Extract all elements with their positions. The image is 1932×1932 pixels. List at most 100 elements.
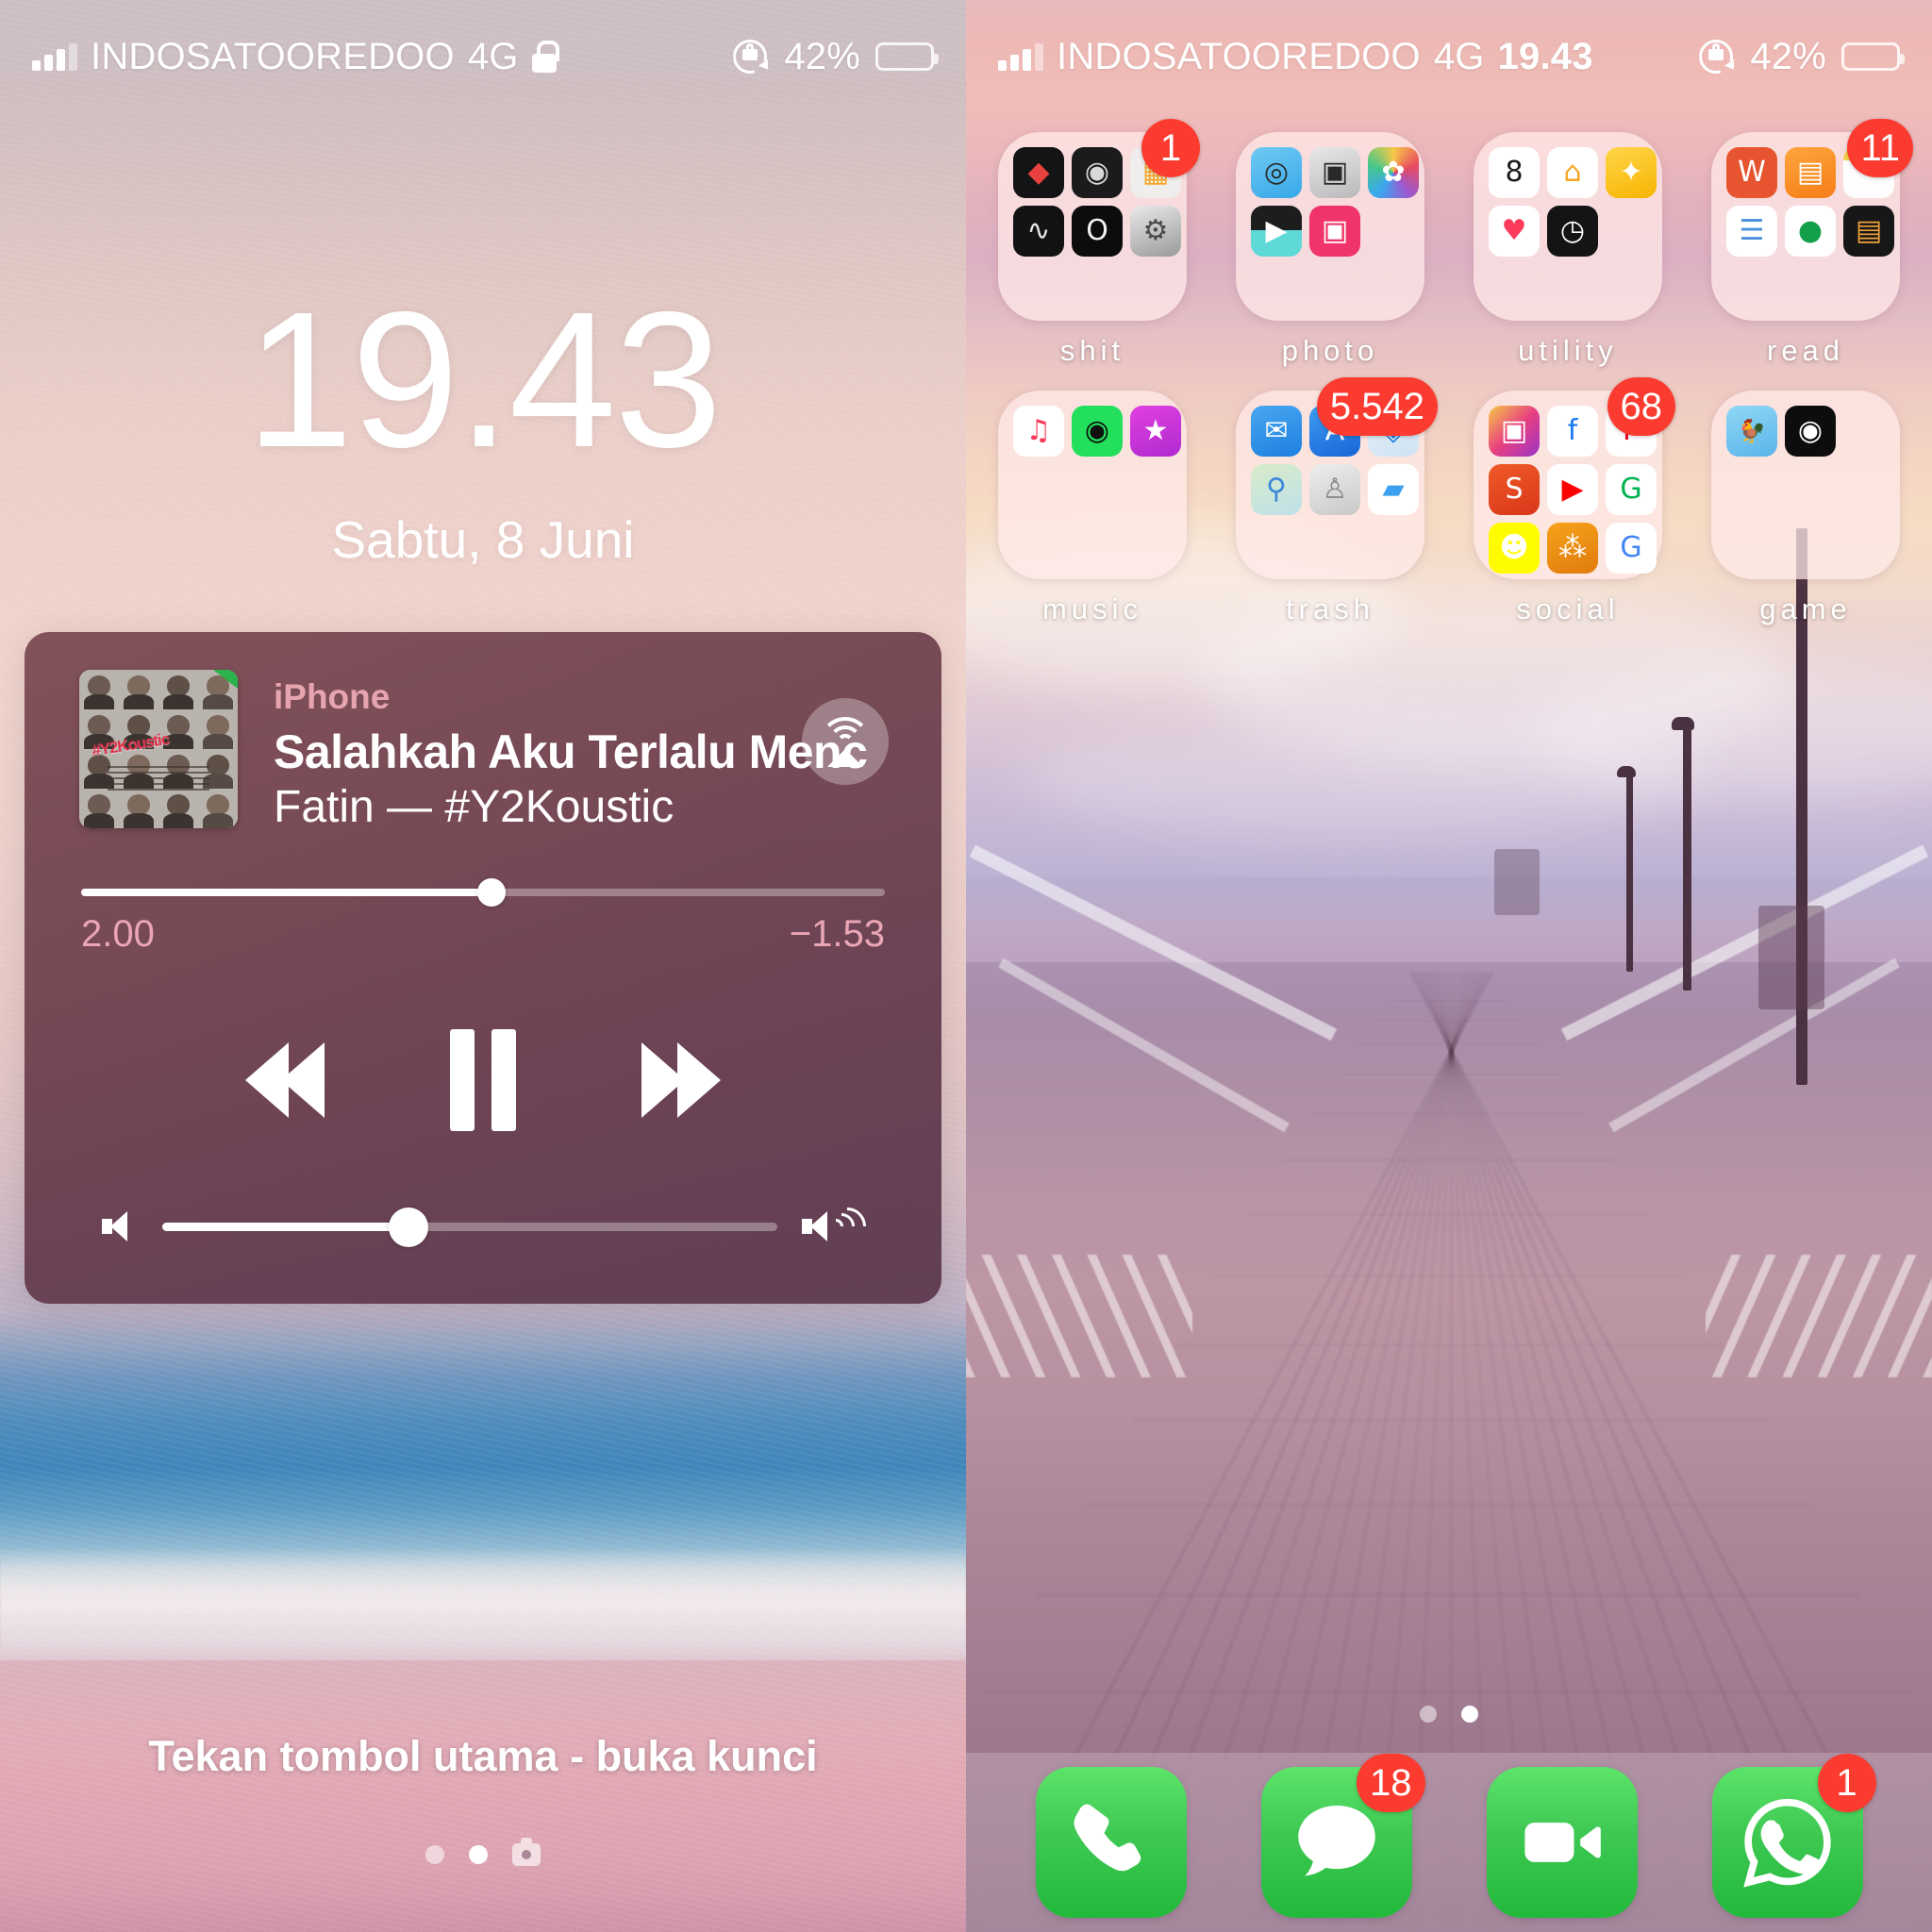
folder-read[interactable]: W ▤ ☰ ● ▤ 11 read [1711,119,1913,368]
app-icon-snapchat[interactable]: ☻ [1489,523,1540,574]
folder-label: social [1516,592,1620,625]
app-icon-apple-music[interactable]: ♫ [1013,406,1064,457]
page-dot-active[interactable] [1461,1706,1478,1723]
volume-slider-track[interactable] [162,1207,777,1247]
app-icon-eyes-game[interactable]: ◉ [1785,406,1836,457]
folder-preview[interactable]: 🐓 ◉ [1711,391,1900,579]
lock-page-indicator [0,1838,966,1866]
app-icon-home[interactable]: ⌂ [1547,147,1598,198]
speaker-high-icon [802,1199,874,1254]
dock-item-facetime[interactable] [1486,1767,1638,1918]
folder-music[interactable]: ♫ ◉ ★ music [998,391,1187,626]
folder-preview[interactable]: 8 ⌂ ✦ ♥ ◷ [1474,132,1662,321]
app-icon-measure[interactable]: O [1072,206,1123,257]
folder-label: game [1759,592,1852,625]
folder-utility[interactable]: 8 ⌂ ✦ ♥ ◷ utility [1474,132,1662,368]
folder-trash[interactable]: ✉A◈⚲♙▰5.542trash [1236,377,1438,626]
app-icon-shopee[interactable]: S [1489,464,1540,515]
folder-game[interactable]: 🐓 ◉ game [1711,391,1900,626]
lock-clock: 19.43 [245,272,722,488]
app-icon-photos[interactable]: ✿ [1368,147,1419,198]
folder-label: music [1042,592,1142,625]
app-icon-chicken-game[interactable]: 🐓 [1726,406,1777,457]
status-bar-clock: 19.43 [1497,35,1593,77]
app-icon-mail[interactable]: ✉ [1251,406,1302,457]
facetime-icon[interactable] [1486,1767,1638,1918]
app-icon-wattpad[interactable]: W [1726,147,1777,198]
folder-badge: 1 [1141,119,1200,177]
app-icon-smule[interactable]: ★ [1130,406,1181,457]
deck-seam [1375,1020,1523,1022]
deck-seam [1132,1419,1766,1423]
phone-icon[interactable] [1035,1767,1187,1918]
app-icon-maps[interactable]: ⚲ [1251,464,1302,515]
pause-icon[interactable] [360,1029,606,1131]
folder-badge: 5.542 [1316,377,1438,436]
app-icon-gojek[interactable]: ⁂ [1547,523,1598,574]
app-icon-instagram[interactable]: ▣ [1489,406,1540,457]
deck-seam [1392,1000,1506,1002]
page-dot-active[interactable] [469,1845,488,1864]
app-grid-row: ♫◉★music✉A◈⚲♙▰5.542trash▣fPS▶G☻⁂G68socia… [998,377,1900,626]
app-icon-camera-app[interactable]: ◎ [1251,147,1302,198]
scrubber-knob[interactable] [476,878,506,907]
app-icon-shortcuts[interactable]: ✦ [1606,147,1657,198]
lock-status-bar: INDOSATOOREDOO 4G 42% [0,0,966,113]
scrubber-track[interactable] [81,878,885,907]
lock-icon [531,41,559,73]
app-icon-camera-gray[interactable]: ▣ [1309,147,1360,198]
app-icon-settings[interactable]: ⚙ [1130,206,1181,257]
app-icon-calendar[interactable]: 8 [1489,147,1540,198]
app-grid-row: ◆◉▦∿O⚙1shit◎▣✿▶▣photo8⌂✦♥◷utilityW▤☰●▤11… [998,119,1913,368]
now-playing-widget[interactable]: #Y2Koustic iPhone Salahkah Aku Terlalu M… [25,632,941,1304]
fast-forward-icon[interactable] [606,1042,757,1118]
app-icon-clock[interactable]: ◷ [1547,206,1598,257]
battery-icon [875,42,939,71]
playback-scrubber[interactable]: 2.00 −1.53 [81,878,885,956]
folder-social[interactable]: ▣fPS▶G☻⁂G68social [1474,377,1675,626]
volume-slider-row[interactable] [102,1199,874,1254]
app-icon-instasize[interactable]: ▣ [1309,206,1360,257]
dock-item-whatsapp[interactable]: 1 [1711,1754,1876,1918]
dock-item-phone[interactable] [1035,1767,1187,1918]
folder-preview[interactable]: ♫ ◉ ★ [998,391,1187,579]
page-dot[interactable] [425,1845,444,1864]
app-icon-grab[interactable]: G [1606,464,1657,515]
app-icon-health[interactable]: ♥ [1489,206,1540,257]
elapsed-time-label: 2.00 [81,913,155,955]
signal-strength-icon [32,42,77,71]
app-icon-files[interactable]: ▰ [1368,464,1419,515]
dock-item-messages[interactable]: 18 [1260,1754,1425,1918]
app-icon-google[interactable]: G [1606,523,1657,574]
app-icon-youtube[interactable]: ▶ [1547,464,1598,515]
folder-shit[interactable]: ◆◉▦∿O⚙1shit [998,119,1200,368]
unlock-hint-label: Tekan tombol utama - buka kunci [148,1732,818,1780]
app-icon-voice-memos[interactable]: ∿ [1013,206,1064,257]
airplay-icon[interactable] [802,698,889,785]
folder-preview[interactable]: ◎ ▣ ✿ ▶ ▣ [1236,132,1424,321]
folder-label: trash [1286,592,1374,625]
home-status-bar: INDOSATOOREDOO 4G 19.43 42% [966,0,1932,113]
app-icon-compass[interactable]: ◉ [1072,147,1123,198]
camera-icon[interactable] [512,1838,541,1866]
volume-slider-knob[interactable] [388,1207,428,1247]
app-icon-wallet[interactable]: ▤ [1843,206,1894,257]
app-icon-pocket[interactable]: ● [1785,206,1836,257]
rewind-icon[interactable] [209,1042,360,1118]
transport-controls [25,1009,941,1151]
app-icon-contacts[interactable]: ♙ [1309,464,1360,515]
app-icon-imovie[interactable]: ▶ [1251,206,1302,257]
folder-photo[interactable]: ◎ ▣ ✿ ▶ ▣ photo [1236,132,1424,368]
battery-percent-label: 42% [784,35,860,77]
network-type-label: 4G [1433,35,1485,77]
app-icon-garageband[interactable]: ◆ [1013,147,1064,198]
app-icon-reminders[interactable]: ☰ [1726,206,1777,257]
folder-label: read [1766,334,1845,367]
app-icon-facebook[interactable]: f [1547,406,1598,457]
carrier-label: INDOSATOOREDOO [91,35,455,77]
deck-seam [1250,1213,1647,1216]
app-icon-books[interactable]: ▤ [1785,147,1836,198]
folder-label: shit [1059,334,1125,367]
app-icon-spotify[interactable]: ◉ [1072,406,1123,457]
page-dot[interactable] [1420,1706,1437,1723]
